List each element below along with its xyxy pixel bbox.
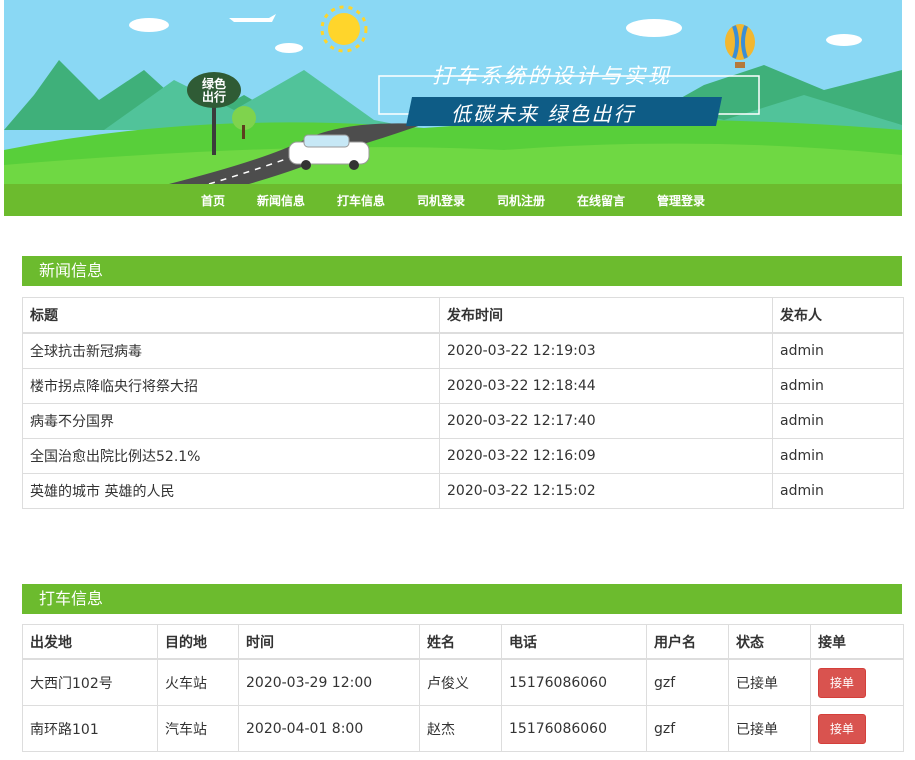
banner-sign-text: 绿色 出行 [192,78,236,104]
news-time: 2020-03-22 12:16:09 [439,438,773,474]
taxi-username: gzf [646,658,729,706]
col-origin: 出发地 [22,624,158,660]
taxi-phone: 15176086060 [501,658,647,706]
col-accept: 接单 [810,624,904,660]
taxi-origin: 南环路101 [22,705,158,752]
banner-illustration [4,0,902,184]
table-row: 全国治愈出院比例达52.1% 2020-03-22 12:16:09 admin [22,438,904,474]
header-banner: 绿色 出行 打车系统的设计与实现 低碳未来 绿色出行 [4,0,902,184]
col-phone: 电话 [501,624,647,660]
col-publisher: 发布人 [772,297,904,334]
taxi-table: 出发地 目的地 时间 姓名 电话 用户名 状态 接单 大西门102号 火车站 2… [22,624,904,752]
taxi-name: 卢俊义 [419,658,502,706]
page: 绿色 出行 打车系统的设计与实现 低碳未来 绿色出行 首页 新闻信息 打车信息 … [0,0,915,760]
table-row: 英雄的城市 英雄的人民 2020-03-22 12:15:02 admin [22,473,904,509]
news-title[interactable]: 全国治愈出院比例达52.1% [22,438,440,474]
taxi-heading: 打车信息 [22,584,902,614]
taxi-time: 2020-04-01 8:00 [238,705,420,752]
taxi-status: 已接单 [728,705,811,752]
col-status: 状态 [728,624,811,660]
taxi-accept-cell: 接单 [810,658,904,706]
news-publisher: admin [772,473,904,509]
nav-home[interactable]: 首页 [201,192,225,209]
news-time: 2020-03-22 12:18:44 [439,368,773,404]
news-publisher: admin [772,332,904,369]
nav-admin-login[interactable]: 管理登录 [657,192,705,209]
accept-order-button[interactable]: 接单 [818,713,867,744]
col-title: 标题 [22,297,440,334]
news-header-row: 标题 发布时间 发布人 [22,297,904,334]
news-title[interactable]: 英雄的城市 英雄的人民 [22,473,440,509]
taxi-origin: 大西门102号 [22,658,158,706]
taxi-destination: 汽车站 [157,705,239,752]
col-name: 姓名 [419,624,502,660]
table-row: 病毒不分国界 2020-03-22 12:17:40 admin [22,403,904,439]
news-title[interactable]: 楼市拐点降临央行将祭大招 [22,368,440,404]
table-row: 楼市拐点降临央行将祭大招 2020-03-22 12:18:44 admin [22,368,904,404]
banner-slogan: 低碳未来 绿色出行 [451,102,636,126]
news-time: 2020-03-22 12:19:03 [439,332,773,369]
nav-driver-register[interactable]: 司机注册 [497,192,545,209]
taxi-status: 已接单 [728,658,811,706]
taxi-phone: 15176086060 [501,705,647,752]
col-username: 用户名 [646,624,729,660]
site-title: 打车系统的设计与实现 [432,64,672,88]
taxi-time: 2020-03-29 12:00 [238,658,420,706]
taxi-username: gzf [646,705,729,752]
table-row: 大西门102号 火车站 2020-03-29 12:00 卢俊义 1517608… [22,658,904,706]
news-title[interactable]: 病毒不分国界 [22,403,440,439]
nav-message[interactable]: 在线留言 [577,192,625,209]
taxi-header-row: 出发地 目的地 时间 姓名 电话 用户名 状态 接单 [22,624,904,660]
taxi-destination: 火车站 [157,658,239,706]
nav-news[interactable]: 新闻信息 [257,192,305,209]
nav-taxi-info[interactable]: 打车信息 [337,192,385,209]
news-heading: 新闻信息 [22,256,902,286]
news-title[interactable]: 全球抗击新冠病毒 [22,332,440,369]
col-destination: 目的地 [157,624,239,660]
accept-order-button[interactable]: 接单 [818,667,867,698]
table-row: 全球抗击新冠病毒 2020-03-22 12:19:03 admin [22,332,904,369]
news-publisher: admin [772,368,904,404]
news-publisher: admin [772,438,904,474]
table-row: 南环路101 汽车站 2020-04-01 8:00 赵杰 1517608606… [22,705,904,752]
news-table: 标题 发布时间 发布人 全球抗击新冠病毒 2020-03-22 12:19:03… [22,297,904,509]
news-publisher: admin [772,403,904,439]
sign-line-2: 出行 [201,90,226,104]
taxi-name: 赵杰 [419,705,502,752]
col-time: 时间 [238,624,420,660]
nav-driver-login[interactable]: 司机登录 [417,192,465,209]
main-nav: 首页 新闻信息 打车信息 司机登录 司机注册 在线留言 管理登录 [4,184,902,216]
news-time: 2020-03-22 12:15:02 [439,473,773,509]
news-time: 2020-03-22 12:17:40 [439,403,773,439]
taxi-accept-cell: 接单 [810,705,904,752]
col-publish-time: 发布时间 [439,297,773,334]
